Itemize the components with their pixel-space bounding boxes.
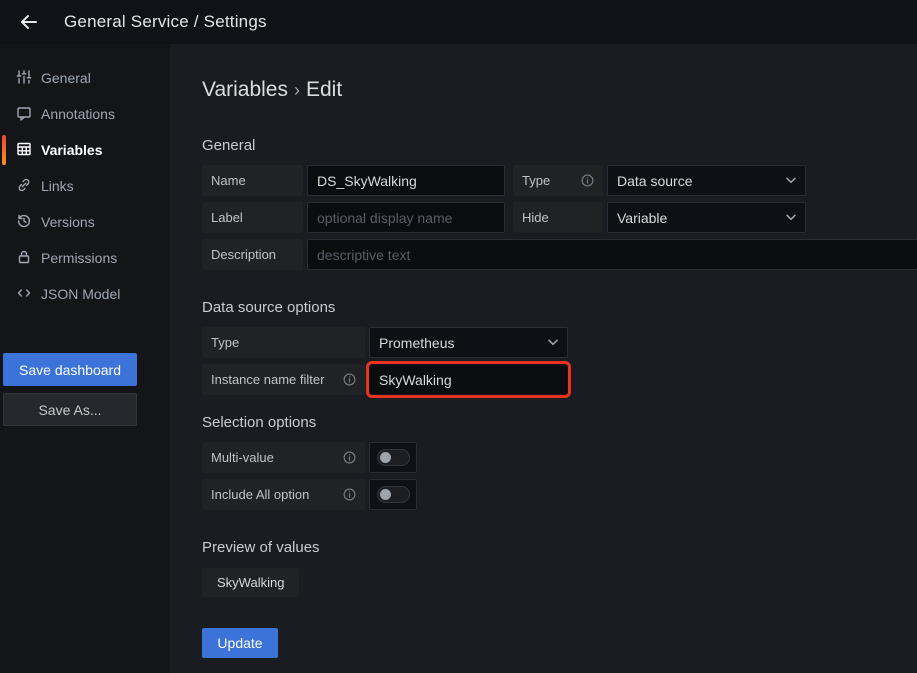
sidebar-item-versions[interactable]: Versions	[0, 204, 170, 240]
history-icon	[16, 213, 32, 232]
lock-icon	[16, 249, 32, 268]
preview-value-chip: SkyWalking	[202, 568, 299, 597]
sidebar-item-links[interactable]: Links	[0, 168, 170, 204]
multi-value-toggle[interactable]	[369, 442, 417, 473]
label-hide-row: Label Hide Variable	[202, 202, 917, 233]
info-icon	[343, 373, 356, 386]
info-icon	[343, 451, 356, 464]
general-section-title: General	[202, 137, 917, 154]
include-all-toggle[interactable]	[369, 479, 417, 510]
datasource-section-title: Data source options	[202, 299, 917, 316]
type-label: Type	[513, 165, 603, 196]
label-label: Label	[202, 202, 303, 233]
sidebar-item-label: Variables	[41, 142, 103, 158]
ds-type-label: Type	[202, 327, 365, 358]
top-navbar: General Service / Settings	[0, 0, 917, 44]
include-all-row: Include All option	[202, 479, 917, 510]
instance-filter-row: Instance name filter	[202, 364, 917, 395]
sidebar-item-json-model[interactable]: JSON Model	[0, 276, 170, 312]
preview-section-title: Preview of values	[202, 539, 917, 556]
chevron-down-icon	[786, 214, 796, 221]
page-title: General Service / Settings	[64, 12, 267, 32]
save-as-button[interactable]: Save As...	[3, 393, 137, 426]
chevron-down-icon	[786, 177, 796, 184]
sidebar-item-label: Annotations	[41, 106, 115, 122]
include-all-label: Include All option	[202, 479, 365, 510]
selection-section-title: Selection options	[202, 414, 917, 431]
label-input[interactable]	[307, 202, 505, 233]
name-type-row: Name Type Data source	[202, 165, 917, 196]
name-input[interactable]	[307, 165, 505, 196]
breadcrumb-section[interactable]: Variables	[202, 78, 288, 101]
sidebar-item-label: Versions	[41, 214, 95, 230]
toggle-knob	[380, 452, 391, 463]
instance-filter-label: Instance name filter	[202, 364, 365, 395]
description-input[interactable]	[307, 239, 917, 270]
variables-edit-panel: Variables›Edit General Name Type Data so…	[170, 44, 917, 673]
link-icon	[16, 177, 32, 196]
back-arrow-icon[interactable]	[16, 9, 42, 35]
description-row: Description	[202, 239, 917, 270]
sidebar-item-label: Links	[41, 178, 74, 194]
sliders-icon	[16, 69, 32, 88]
sidebar-item-variables[interactable]: Variables	[0, 132, 170, 168]
hide-label: Hide	[513, 202, 603, 233]
multi-value-row: Multi-value	[202, 442, 917, 473]
sidebar-item-permissions[interactable]: Permissions	[0, 240, 170, 276]
sidebar-item-label: JSON Model	[41, 286, 120, 302]
sidebar-item-general[interactable]: General	[0, 60, 170, 96]
update-button[interactable]: Update	[202, 628, 278, 658]
chevron-down-icon	[548, 339, 558, 346]
sidebar-item-label: Permissions	[41, 250, 117, 266]
info-icon	[343, 488, 356, 501]
info-icon	[581, 174, 594, 187]
name-label: Name	[202, 165, 303, 196]
ds-type-row: Type Prometheus	[202, 327, 917, 358]
description-label: Description	[202, 239, 303, 270]
settings-sidebar: General Annotations Variables Links Vers…	[0, 44, 170, 673]
instance-filter-input[interactable]	[369, 364, 568, 395]
comment-icon	[16, 105, 32, 124]
hide-select[interactable]: Variable	[607, 202, 806, 233]
code-icon	[16, 285, 32, 304]
breadcrumb-separator: ›	[288, 80, 306, 100]
breadcrumb: Variables›Edit	[202, 78, 917, 102]
toggle-knob	[380, 489, 391, 500]
breadcrumb-page: Edit	[306, 78, 342, 101]
sidebar-item-annotations[interactable]: Annotations	[0, 96, 170, 132]
grid-icon	[16, 141, 32, 160]
sidebar-item-label: General	[41, 70, 91, 86]
type-select[interactable]: Data source	[607, 165, 806, 196]
save-dashboard-button[interactable]: Save dashboard	[3, 353, 137, 386]
ds-type-select[interactable]: Prometheus	[369, 327, 568, 358]
multi-value-label: Multi-value	[202, 442, 365, 473]
